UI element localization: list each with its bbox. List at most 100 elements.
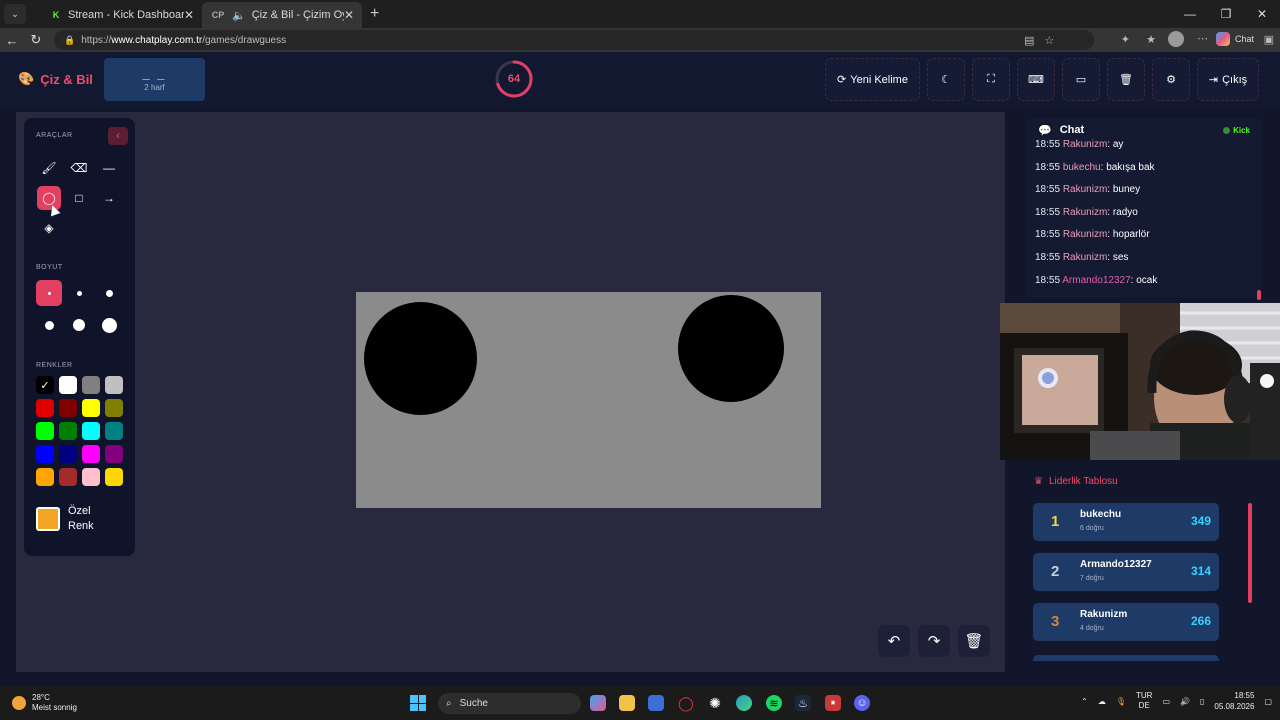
color-swatch[interactable] [36,422,54,440]
archive-button[interactable]: ▭ [1062,58,1100,101]
message-user[interactable]: Rakunizm [1063,229,1107,240]
redo-button[interactable]: ↷ [918,625,950,657]
size-option-3[interactable] [96,280,122,306]
color-swatch[interactable] [82,468,100,486]
leaderboard-scrollbar[interactable] [1248,503,1252,603]
file-explorer-icon[interactable] [619,695,635,711]
fullscreen-button[interactable]: ⛶ [972,58,1010,101]
back-icon[interactable]: ← [0,33,24,48]
message-user[interactable]: bukechu [1063,162,1101,173]
size-option-4[interactable] [36,312,62,338]
color-swatch[interactable] [105,468,123,486]
message-user[interactable]: Rakunizm [1063,139,1107,150]
keyboard-button[interactable]: ⌨ [1017,58,1055,101]
close-window-icon[interactable]: ✕ [1244,0,1280,28]
arrow-tool[interactable]: → [97,186,121,210]
copilot-app-icon[interactable] [590,695,606,711]
color-swatch[interactable] [105,445,123,463]
battery-icon[interactable]: ▯ [1200,697,1204,706]
size-option-5[interactable] [66,312,92,338]
profile-avatar[interactable] [1168,31,1184,47]
color-swatch[interactable] [82,422,100,440]
color-swatch[interactable] [59,399,77,417]
color-swatch[interactable] [36,445,54,463]
tab-kick-dashboard[interactable]: K Stream - Kick Dashboard ✕ [42,2,202,28]
clock[interactable]: 18:55 05.08.2026 [1214,690,1254,712]
eraser-tool[interactable]: ⌫ [67,156,91,180]
color-swatch[interactable] [82,445,100,463]
weather-widget[interactable]: 28°C Meist sonnig [12,693,77,713]
chatgpt-icon[interactable]: ✺ [707,695,723,711]
color-swatch[interactable] [59,468,77,486]
exit-button[interactable]: ⇥ Çıkış [1197,58,1259,101]
message-user[interactable]: Rakunizm [1063,184,1107,195]
color-swatch[interactable] [59,422,77,440]
new-word-button[interactable]: ⟳ Yeni Kelime [825,58,920,101]
size-option-1[interactable] [36,280,62,306]
fill-tool[interactable]: ◈ [37,216,61,240]
undo-button[interactable]: ↶ [878,625,910,657]
maximize-icon[interactable]: ❐ [1208,0,1244,28]
extensions-icon[interactable]: ✦ [1121,33,1130,46]
opera-icon[interactable]: ◯ [678,695,694,711]
clear-canvas-button[interactable]: 🗑 [958,625,990,657]
store-icon[interactable] [648,695,664,711]
copilot-button[interactable]: Chat [1215,32,1254,46]
new-tab-icon[interactable]: + [370,5,379,23]
microphone-icon[interactable]: 🎙 [1116,697,1126,706]
rectangle-tool[interactable]: □ [67,186,91,210]
size-option-2[interactable] [66,280,92,306]
message-user[interactable]: Armando12327 [1062,275,1130,286]
taskbar-search[interactable]: ⌕ Suche [438,693,581,714]
size-option-6[interactable] [96,312,122,338]
notifications-icon[interactable]: ▢ [1264,697,1272,706]
chat-scrollbar[interactable] [1257,290,1261,300]
volume-icon[interactable]: 🔊 [1180,697,1190,706]
message-user[interactable]: Rakunizm [1063,252,1107,263]
color-swatch[interactable] [105,399,123,417]
tab-ciz-bil[interactable]: CP 🔈 Çiz & Bil - Çizim Oyunu ✕ [202,2,362,28]
spotify-icon[interactable]: ≋ [766,695,782,711]
video-app-icon[interactable]: ▣ [825,695,841,711]
dark-mode-button[interactable]: ☾ [927,58,965,101]
tab-list-button[interactable]: ⌄ [4,4,26,24]
message-user[interactable]: Rakunizm [1063,207,1107,218]
edge-icon[interactable] [736,695,752,711]
clear-button[interactable]: 🗑 [1107,58,1145,101]
steam-icon[interactable]: ♨ [795,695,811,711]
close-tab-icon[interactable]: ✕ [184,8,194,22]
more-icon[interactable]: ⋯ [1197,32,1208,45]
drawing-canvas[interactable] [356,292,821,508]
cloud-icon[interactable]: ☁ [1098,697,1106,706]
color-swatch[interactable] [36,399,54,417]
url-field[interactable]: 🔒 https://www.chatplay.com.tr/games/draw… [54,30,1094,50]
custom-color-swatch[interactable] [36,507,60,531]
favorites-icon[interactable]: ★ [1146,33,1156,46]
minimize-icon[interactable]: — [1172,0,1208,28]
color-swatch[interactable] [59,376,77,394]
reader-icon[interactable]: ▤ [1024,34,1034,47]
start-button[interactable] [410,695,426,711]
color-swatch[interactable] [82,399,100,417]
close-tab-icon[interactable]: ✕ [344,8,354,22]
color-swatch[interactable] [105,422,123,440]
brush-tool[interactable]: 🖌 [37,156,61,180]
color-swatch[interactable]: ✓ [36,376,54,394]
speaker-icon[interactable]: 🔈 [232,9,246,22]
favorite-star-icon[interactable]: ☆ [1044,34,1054,47]
sidebar-toggle-icon[interactable]: ▣ [1264,33,1274,46]
network-icon[interactable]: ▭ [1162,697,1170,706]
color-swatch[interactable] [36,468,54,486]
discord-icon[interactable]: ☺ [854,695,870,711]
color-swatch[interactable] [59,445,77,463]
language-indicator[interactable]: TUR DE [1136,691,1152,711]
eraser-icon: ⌫ [70,161,88,175]
color-swatch[interactable] [82,376,100,394]
collapse-tools-button[interactable]: ‹ [108,127,128,145]
chevron-up-icon[interactable]: ⌃ [1081,697,1088,706]
reload-icon[interactable]: ↻ [24,32,48,48]
settings-button[interactable]: ⚙ [1152,58,1190,101]
color-swatch[interactable] [105,376,123,394]
line-tool[interactable]: — [97,156,121,180]
custom-color[interactable]: Özel Renk [36,504,108,534]
